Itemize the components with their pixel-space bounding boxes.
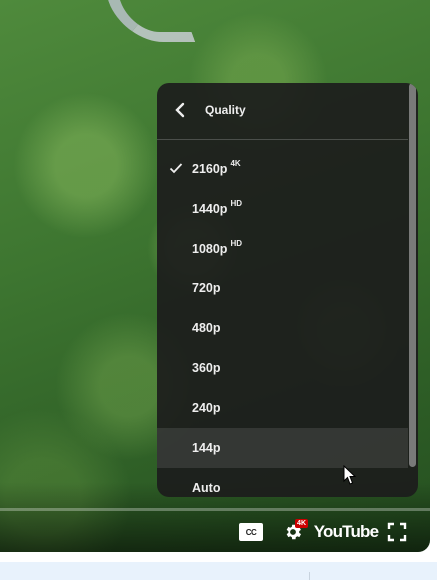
quality-option[interactable]: 1440p HD [157, 188, 408, 228]
quality-menu-header: Quality [157, 83, 408, 140]
quality-option[interactable]: 720p [157, 268, 408, 308]
quality-option-label: 144p [192, 441, 221, 455]
quality-option[interactable]: Auto [157, 468, 408, 497]
mouse-cursor-icon [343, 465, 357, 485]
subtitles-button[interactable]: CC [238, 518, 264, 546]
checkmark-icon [169, 163, 183, 174]
quality-option[interactable]: 480p [157, 308, 408, 348]
quality-menu: Quality 2160p 4K 1440p HD 1080p HD 720p 480p 360… [157, 83, 418, 497]
quality-option-label: 1080p [192, 242, 228, 257]
page-below-player [0, 562, 437, 580]
quality-option[interactable]: 2160p 4K [157, 148, 408, 188]
quality-option-label: 2160p [192, 162, 228, 177]
player-controls: CC 4K YouTube [0, 512, 430, 552]
quality-option[interactable]: 240p [157, 388, 408, 428]
quality-option-label: 360p [192, 361, 221, 375]
cc-label: CC [245, 527, 257, 537]
quality-option-text: 1440p HD [192, 199, 243, 217]
quality-option-label: 1440p [192, 202, 228, 217]
fullscreen-button[interactable] [385, 518, 409, 546]
quality-option-label: 480p [192, 321, 221, 335]
divider [309, 572, 310, 580]
menu-scrollbar[interactable] [409, 83, 416, 467]
quality-option[interactable]: 360p [157, 348, 408, 388]
quality-option-badge: HD [230, 199, 243, 208]
road-in-video [100, 0, 196, 42]
settings-button[interactable]: 4K [278, 518, 308, 546]
quality-option-text: 1080p HD [192, 239, 243, 257]
cc-icon: CC [239, 523, 263, 541]
youtube-logo-text: YouTube [313, 522, 379, 541]
video-player[interactable]: CC 4K YouTube Quality 2160p 4K 1440p HD 1080… [0, 0, 430, 552]
quality-option[interactable]: 144p [157, 428, 408, 468]
chevron-left-icon[interactable] [171, 100, 191, 120]
menu-title: Quality [205, 103, 246, 117]
quality-option-badge: 4K [230, 159, 241, 168]
quality-option-label: 720p [192, 281, 221, 295]
quality-option-label: 240p [192, 401, 221, 415]
quality-option[interactable]: 1080p HD [157, 228, 408, 268]
fullscreen-icon [387, 522, 407, 542]
progress-bar[interactable] [0, 508, 430, 511]
quality-option-label: Auto [192, 481, 221, 495]
quality-option-badge: HD [230, 239, 243, 248]
quality-option-text: 2160p 4K [192, 159, 241, 177]
youtube-logo[interactable]: YouTube [314, 518, 379, 546]
quality-badge: 4K [295, 519, 308, 528]
